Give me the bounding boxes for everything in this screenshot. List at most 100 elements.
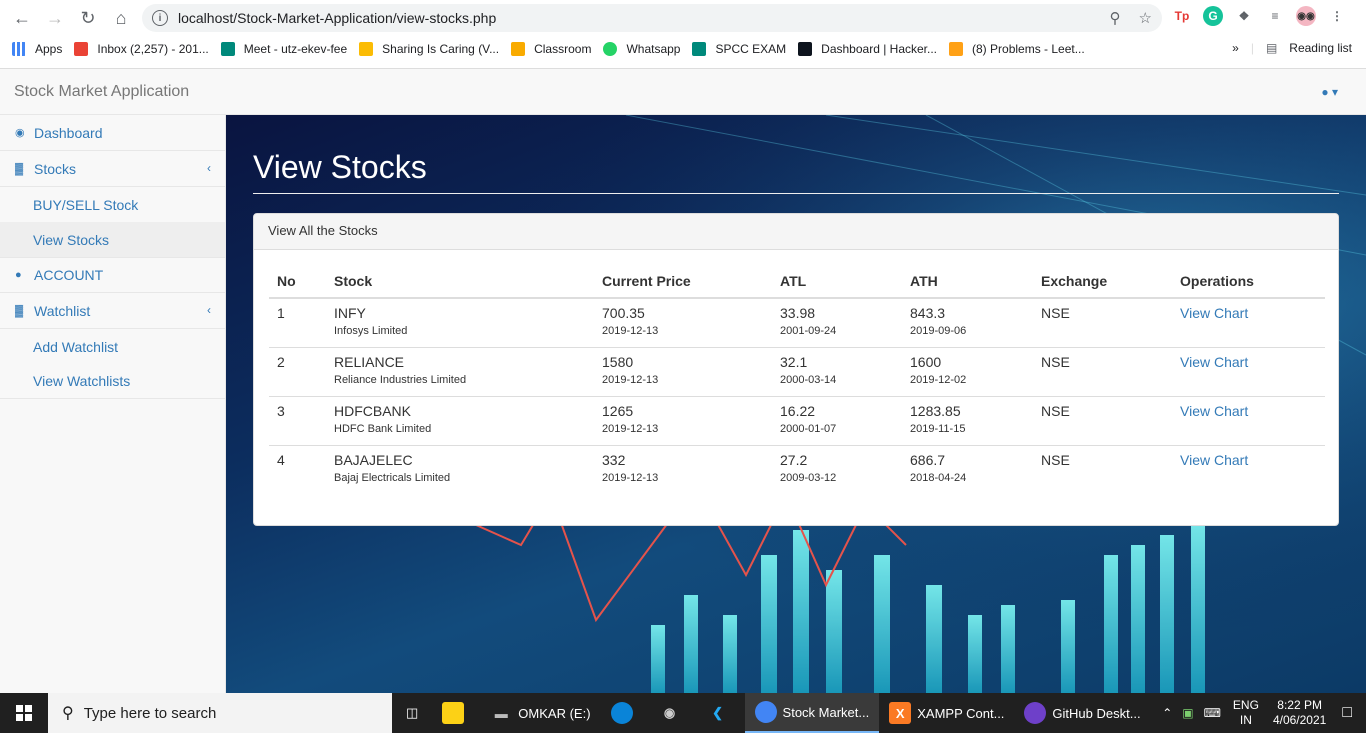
view-chart-link[interactable]: View Chart <box>1180 452 1248 468</box>
sidebar-item-add-watchlist[interactable]: Add Watchlist <box>0 329 225 364</box>
table-header-row: No Stock Current Price ATL ATH Exchange … <box>269 264 1325 299</box>
bookmark-hackerrank[interactable]: Dashboard | Hacker... <box>798 42 937 56</box>
taskbar-app-github[interactable]: GitHub Deskt... <box>1014 693 1150 733</box>
chevron-up-icon[interactable]: ⌃ <box>1162 706 1172 720</box>
caret-down-icon: ▾ <box>1331 85 1338 99</box>
media-queue-icon[interactable]: ≡ <box>1265 6 1285 26</box>
more-bookmarks-button[interactable]: » <box>1232 41 1239 55</box>
chevron-left-icon: ‹ <box>207 161 211 175</box>
edge-icon[interactable] <box>601 693 649 733</box>
site-info-icon[interactable]: i <box>152 10 168 26</box>
gmail-icon <box>74 42 89 56</box>
clock-date: 4/06/2021 <box>1272 713 1327 727</box>
reload-icon[interactable]: ↻ <box>74 4 102 32</box>
bookmark-meet[interactable]: Meet - utz-ekev-fee <box>220 42 347 56</box>
language-indicator[interactable]: ENG IN <box>1233 698 1259 728</box>
sidebar-item-stocks[interactable]: ▓ Stocks ‹ <box>0 151 225 187</box>
taskbar-app-xampp[interactable]: X XAMPP Cont... <box>879 693 1014 733</box>
stock-name: Infosys Limited <box>334 325 408 337</box>
sidebar-label: Stocks <box>34 160 77 177</box>
brand-link[interactable]: Stock Market Application <box>14 83 189 101</box>
cell-atl: 16.22 2000-01-07 <box>772 395 902 445</box>
cell-price: 332 2019-12-13 <box>594 444 772 494</box>
sidebar-item-view-watchlists[interactable]: View Watchlists <box>0 364 225 399</box>
bookmark-label: Dashboard | Hacker... <box>821 42 938 56</box>
view-chart-link[interactable]: View Chart <box>1180 403 1248 419</box>
col-header-stock: Stock <box>326 264 594 299</box>
extensions-puzzle-icon[interactable]: ❖ <box>1234 6 1254 26</box>
sticky-notes-glyph <box>442 702 465 724</box>
bar-chart-icon: ▓ <box>15 162 24 175</box>
stock-name: Reliance Industries Limited <box>334 373 467 386</box>
reading-list-icon: ▤ <box>1265 41 1278 55</box>
address-bar[interactable]: i localhost/Stock-Market-Application/vie… <box>142 4 1162 32</box>
url-text[interactable]: localhost/Stock-Market-Application/view-… <box>178 10 496 26</box>
ath-value: 1600 <box>910 353 942 370</box>
notification-icon[interactable]: □ <box>1342 704 1352 722</box>
bookmark-label: Inbox (2,257) - 201... <box>97 42 209 56</box>
taskbar-app-drive[interactable]: ▬ OMKAR (E:) <box>480 693 600 733</box>
menu-icon[interactable]: ⋮ <box>1327 6 1347 26</box>
cell-atl: 33.98 2001-09-24 <box>772 298 902 347</box>
vscode-icon[interactable]: ❮ <box>697 693 745 733</box>
price-value: 1580 <box>602 353 634 370</box>
search-icon: ⚲ <box>62 705 74 722</box>
security-icon[interactable]: ▣ <box>1182 706 1193 720</box>
atl-value: 27.2 <box>780 451 808 468</box>
bookmark-gmail[interactable]: Inbox (2,257) - 201... <box>74 42 209 56</box>
price-value: 1265 <box>602 402 634 419</box>
col-header-exchange: Exchange <box>1033 264 1172 299</box>
atl-value: 33.98 <box>780 305 816 321</box>
sidebar-item-buy-sell[interactable]: BUY/SELL Stock <box>0 187 225 222</box>
price-date: 2019-12-13 <box>602 422 659 435</box>
cell-operations: View Chart <box>1172 444 1325 494</box>
steam-icon[interactable]: ◉ <box>649 693 697 733</box>
sidebar-item-watchlist[interactable]: ▓ Watchlist ‹ <box>0 293 225 329</box>
bookmark-star-icon[interactable]: ☆ <box>1139 9 1152 27</box>
atl-date: 2000-03-14 <box>780 373 837 386</box>
main-content: View Stocks View All the Stocks No Stock… <box>226 115 1366 694</box>
reading-list-button[interactable]: Reading list <box>1289 41 1352 55</box>
bookmark-drive[interactable]: Sharing Is Caring (V... <box>359 42 499 56</box>
extension-tp-icon[interactable]: Tp <box>1172 6 1192 26</box>
windows-start-icon[interactable] <box>0 693 48 733</box>
grammarly-icon[interactable]: G <box>1203 6 1223 26</box>
clock[interactable]: 8:22 PM 4/06/2021 <box>1273 698 1326 728</box>
sidebar-label: Dashboard <box>34 124 103 141</box>
taskbar-app-chrome[interactable]: Stock Market... <box>744 693 880 733</box>
bookmark-label: Sharing Is Caring (V... <box>382 42 500 56</box>
web-page: Stock Market Application ● ▾ ◉ Dashboard … <box>0 68 1366 694</box>
cell-stock: RELIANCE Reliance Industries Limited <box>326 346 594 396</box>
browser-toolbar: ← → ↻ ⌂ i localhost/Stock-Market-Applica… <box>0 0 1366 36</box>
keyboard-icon[interactable]: ⌨ <box>1204 706 1221 720</box>
home-icon[interactable]: ⌂ <box>107 4 135 32</box>
bookmark-apps[interactable]: Apps <box>12 42 62 56</box>
bookmark-whatsapp[interactable]: Whatsapp <box>603 42 680 56</box>
back-icon[interactable]: ← <box>8 4 36 32</box>
task-view-icon[interactable]: ◫ <box>392 693 432 733</box>
sidebar-item-view-stocks[interactable]: View Stocks <box>0 222 225 257</box>
col-header-no: No <box>269 264 326 299</box>
taskbar-search[interactable]: ⚲ Type here to search <box>48 693 392 733</box>
stock-name: Bajaj Electricals Limited <box>334 471 451 484</box>
user-dropdown[interactable]: ● ▾ <box>1321 85 1338 99</box>
sidebar-item-account[interactable]: ● ACCOUNT <box>0 257 225 293</box>
sticky-notes-icon[interactable] <box>432 693 480 733</box>
bookmark-classroom[interactable]: Classroom <box>511 42 591 56</box>
bookmark-leetcode[interactable]: (8) Problems - Leet... <box>949 42 1085 56</box>
profile-avatar-icon[interactable]: ◉◉ <box>1296 6 1316 26</box>
ath-date: 2019-12-02 <box>910 373 967 386</box>
forward-icon[interactable]: → <box>41 4 69 32</box>
cell-operations: View Chart <box>1172 395 1325 445</box>
view-chart-link[interactable]: View Chart <box>1180 354 1248 370</box>
stocks-table: No Stock Current Price ATL ATH Exchange … <box>269 264 1325 494</box>
cell-stock: HDFCBANK HDFC Bank Limited <box>326 395 594 445</box>
col-header-current-price: Current Price <box>594 264 772 299</box>
sidebar-item-dashboard[interactable]: ◉ Dashboard <box>0 115 225 151</box>
zoom-icon[interactable]: ⚲ <box>1110 9 1121 27</box>
atl-date: 2009-03-12 <box>780 471 837 484</box>
whatsapp-icon <box>603 42 618 56</box>
cell-price: 1265 2019-12-13 <box>594 395 772 445</box>
view-chart-link[interactable]: View Chart <box>1180 305 1248 321</box>
bookmark-spcc[interactable]: SPCC EXAM <box>692 42 786 56</box>
